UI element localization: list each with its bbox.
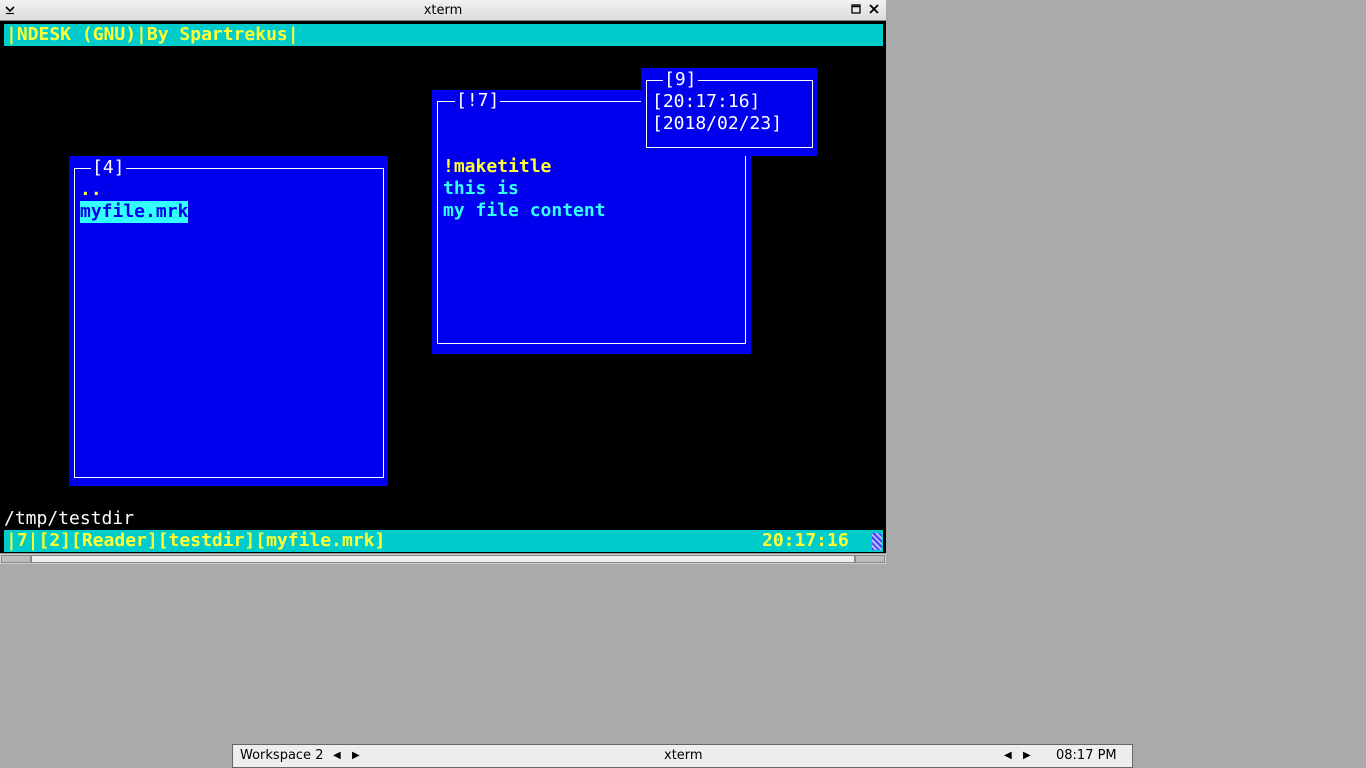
current-path: /tmp/testdir [4, 508, 135, 529]
workspace-prev-icon[interactable]: ◀ [333, 750, 341, 761]
clock-time: [20:17:16] [652, 91, 761, 112]
maximize-icon[interactable] [849, 3, 863, 17]
close-icon[interactable] [867, 3, 881, 17]
taskbar: Workspace 2 ◀ ▶ xterm ◀ ▶ 08:17 PM [232, 744, 1133, 768]
scrollbar-thumb[interactable] [31, 555, 855, 563]
list-item-parent[interactable]: .. [80, 179, 102, 201]
taskbar-window-name[interactable]: xterm [664, 748, 703, 763]
taskbar-clock: 08:17 PM [1056, 748, 1117, 763]
header-bar: |NDESK (GNU)|By Spartrekus| [4, 24, 883, 46]
window-prev-icon[interactable]: ◀ [1004, 750, 1012, 761]
xterm-window[interactable]: xterm |NDESK (GNU)|By Spartrekus| [4] ..… [0, 0, 886, 564]
clock-title: [9] [663, 69, 698, 90]
window-next-icon[interactable]: ▶ [1023, 750, 1031, 761]
file-list-title: [4] [91, 157, 126, 178]
clock-date: [2018/02/23] [652, 113, 783, 134]
status-time: 20:17:16 [762, 530, 849, 551]
reader-title: [!7] [455, 90, 501, 111]
cursor-block-icon [872, 533, 882, 550]
clock-window[interactable]: [9] [20:17:16] [2018/02/23] [641, 68, 817, 156]
workspace-next-icon[interactable]: ▶ [352, 750, 360, 761]
reader-line-3: my file content [443, 200, 606, 221]
scroll-left-track[interactable] [1, 555, 31, 563]
title-bar[interactable]: xterm [0, 0, 886, 21]
file-list-window[interactable]: [4] .. myfile.mrk [69, 156, 388, 486]
workspace-label[interactable]: Workspace 2 [240, 748, 323, 763]
scroll-right-track[interactable] [855, 555, 885, 563]
status-bar: |7|[2][Reader][testdir][myfile.mrk] 20:1… [4, 530, 883, 552]
list-item-selected[interactable]: myfile.mrk [80, 201, 189, 223]
status-left: |7|[2][Reader][testdir][myfile.mrk] [6, 530, 386, 551]
reader-line-2: this is [443, 178, 519, 199]
terminal-area[interactable]: |NDESK (GNU)|By Spartrekus| [4] .. myfil… [0, 21, 886, 553]
reader-title-text: [!7] [456, 90, 500, 111]
horizontal-scrollbar[interactable] [0, 553, 886, 564]
window-title: xterm [423, 3, 463, 18]
header-text: |NDESK (GNU)|By Spartrekus| [6, 24, 299, 45]
reader-line-1: !maketitle [443, 156, 552, 177]
